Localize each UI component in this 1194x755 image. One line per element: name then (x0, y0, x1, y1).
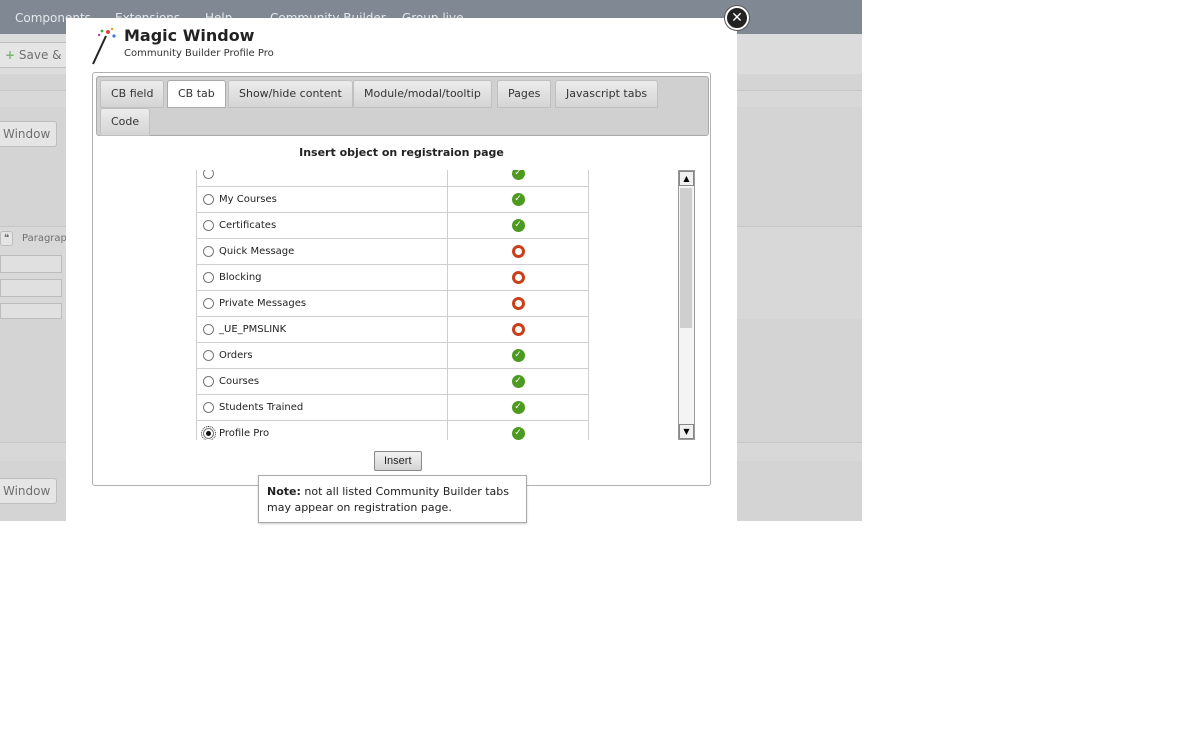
status-cell (447, 290, 589, 317)
magic-window-modal: Magic Window Community Builder Profile P… (66, 18, 737, 523)
radio-cell (196, 316, 219, 343)
tab-javascript-tabs[interactable]: Javascript tabs (555, 80, 659, 108)
ring-icon (511, 297, 525, 310)
note-text: not all listed Community Builder tabs ma… (267, 485, 509, 514)
checkmark-circle-icon: ✓ (511, 193, 525, 206)
status-cell: ✓ (447, 186, 589, 213)
radio-cell (196, 238, 219, 265)
status-cell: ✓ (447, 368, 589, 395)
select-radio[interactable] (202, 349, 214, 361)
tab-name: Orders (219, 342, 448, 369)
section-heading: Insert object on registraion page (299, 146, 504, 159)
list-scrollbar[interactable]: ▲ ▼ (678, 170, 695, 440)
select-radio[interactable] (202, 297, 214, 309)
tab-module-modal-tooltip[interactable]: Module/modal/tooltip (353, 80, 492, 108)
insert-button[interactable]: Insert (374, 451, 422, 471)
tab-name: Courses (219, 368, 448, 395)
status-cell: ✓ (447, 394, 589, 421)
note-label: Note: (267, 485, 301, 498)
list-item[interactable]: ✓ (196, 170, 589, 187)
status-cell: ✓ (447, 420, 589, 440)
status-cell (447, 264, 589, 291)
radio-cell (196, 212, 219, 239)
radio-cell (196, 342, 219, 369)
list-item[interactable]: My Courses ✓ (196, 186, 589, 213)
scroll-down-icon[interactable]: ▼ (679, 424, 694, 439)
select-radio[interactable] (202, 170, 214, 179)
radio-cell (196, 368, 219, 395)
radio-cell (196, 290, 219, 317)
checkmark-circle-icon: ✓ (511, 219, 525, 232)
status-cell: ✓ (447, 170, 589, 187)
list-item[interactable]: _UE_PMSLINK (196, 316, 589, 343)
scroll-up-icon[interactable]: ▲ (679, 171, 694, 186)
tab-name: Profile Pro (219, 420, 448, 440)
ring-icon (511, 323, 525, 336)
modal-title: Magic Window (124, 26, 255, 45)
list-item[interactable]: Blocking (196, 264, 589, 291)
tab-name: Private Messages (219, 290, 448, 317)
tab-name: Certificates (219, 212, 448, 239)
select-radio[interactable] (202, 245, 214, 257)
checkmark-circle-icon: ✓ (511, 375, 525, 388)
tab-pages[interactable]: Pages (497, 80, 552, 108)
scrollbar-thumb[interactable] (680, 188, 692, 328)
note-tooltip: Note: not all listed Community Builder t… (258, 475, 527, 523)
list-item[interactable]: Orders ✓ (196, 342, 589, 369)
list-item[interactable]: Students Trained ✓ (196, 394, 589, 421)
select-radio[interactable] (202, 219, 214, 231)
tab-cb-field[interactable]: CB field (100, 80, 165, 108)
status-cell (447, 238, 589, 265)
tab-name: My Courses (219, 186, 448, 213)
select-radio[interactable] (202, 401, 214, 413)
tab-name: Students Trained (219, 394, 448, 421)
select-radio[interactable] (202, 375, 214, 387)
checkmark-circle-icon: ✓ (511, 170, 525, 180)
radio-cell (196, 186, 219, 213)
select-radio[interactable] (202, 193, 214, 205)
tab-name: Quick Message (219, 238, 448, 265)
tab-show-hide-content[interactable]: Show/hide content (228, 80, 353, 108)
tab-name: _UE_PMSLINK (219, 316, 448, 343)
select-radio[interactable] (202, 323, 214, 335)
modal-subtitle: Community Builder Profile Pro (124, 48, 274, 59)
radio-cell (196, 170, 219, 187)
tab-name (219, 170, 448, 187)
close-icon[interactable]: ✕ (725, 6, 749, 30)
tab-cb-tab[interactable]: CB tab (167, 80, 226, 108)
list-item[interactable]: Certificates ✓ (196, 212, 589, 239)
select-radio[interactable] (200, 425, 216, 440)
checkmark-circle-icon: ✓ (511, 349, 525, 362)
ring-icon (511, 271, 525, 284)
insert-panel: CB field CB tab Show/hide content Module… (92, 72, 711, 486)
tab-list: ✓ My Courses ✓ Certificates ✓ Quick Message Bl… (196, 170, 591, 440)
tab-name: Blocking (219, 264, 448, 291)
checkmark-circle-icon: ✓ (511, 427, 525, 440)
list-item[interactable]: Quick Message (196, 238, 589, 265)
magic-wand-icon (92, 27, 116, 65)
radio-cell (196, 420, 219, 440)
ring-icon (511, 245, 525, 258)
list-item[interactable]: Courses ✓ (196, 368, 589, 395)
radio-cell (196, 264, 219, 291)
list-item[interactable]: Private Messages (196, 290, 589, 317)
status-cell (447, 316, 589, 343)
tab-list-table: ✓ My Courses ✓ Certificates ✓ Quick Message Bl… (196, 170, 589, 440)
list-item[interactable]: Profile Pro ✓ (196, 420, 589, 440)
radio-cell (196, 394, 219, 421)
tab-code[interactable]: Code (100, 108, 151, 136)
checkmark-circle-icon: ✓ (511, 401, 525, 414)
status-cell: ✓ (447, 212, 589, 239)
select-radio[interactable] (202, 271, 214, 283)
status-cell: ✓ (447, 342, 589, 369)
tab-bar: CB field CB tab Show/hide content Module… (96, 76, 709, 136)
